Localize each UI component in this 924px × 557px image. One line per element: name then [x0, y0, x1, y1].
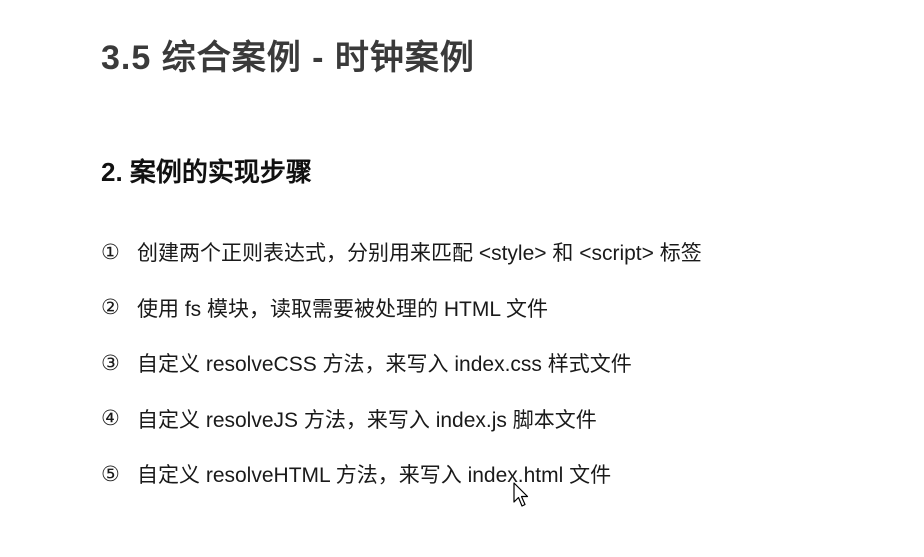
presentation-slide: 3.5 综合案例 - 时钟案例 2. 案例的实现步骤 ① 创建两个正则表达式，分…: [0, 0, 924, 557]
step-text: 自定义 resolveHTML 方法，来写入 index.html 文件: [137, 464, 612, 487]
list-item: ⑤ 自定义 resolveHTML 方法，来写入 index.html 文件: [101, 458, 702, 490]
list-item: ① 创建两个正则表达式，分别用来匹配 <style> 和 <script> 标签: [101, 236, 702, 268]
step-number: ③: [101, 351, 120, 375]
step-number: ⑤: [101, 462, 120, 486]
list-item: ④ 自定义 resolveJS 方法，来写入 index.js 脚本文件: [101, 403, 702, 435]
step-number: ④: [101, 407, 120, 430]
step-text: 自定义 resolveCSS 方法，来写入 index.css 样式文件: [137, 353, 632, 376]
slide-title: 3.5 综合案例 - 时钟案例: [101, 39, 475, 77]
step-number: ①: [101, 240, 120, 264]
step-text: 自定义 resolveJS 方法，来写入 index.js 脚本文件: [137, 408, 597, 432]
mouse-pointer-icon: [513, 482, 529, 507]
section-heading: 2. 案例的实现步骤: [101, 157, 312, 187]
step-text: 使用 fs 模块，读取需要被处理的 HTML 文件: [137, 297, 549, 321]
step-number: ②: [101, 296, 120, 319]
step-text: 创建两个正则表达式，分别用来匹配 <style> 和 <script> 标签: [137, 242, 702, 265]
list-item: ③ 自定义 resolveCSS 方法，来写入 index.css 样式文件: [101, 347, 702, 379]
list-item: ② 使用 fs 模块，读取需要被处理的 HTML 文件: [101, 292, 702, 324]
steps-list: ① 创建两个正则表达式，分别用来匹配 <style> 和 <script> 标签…: [101, 236, 702, 514]
